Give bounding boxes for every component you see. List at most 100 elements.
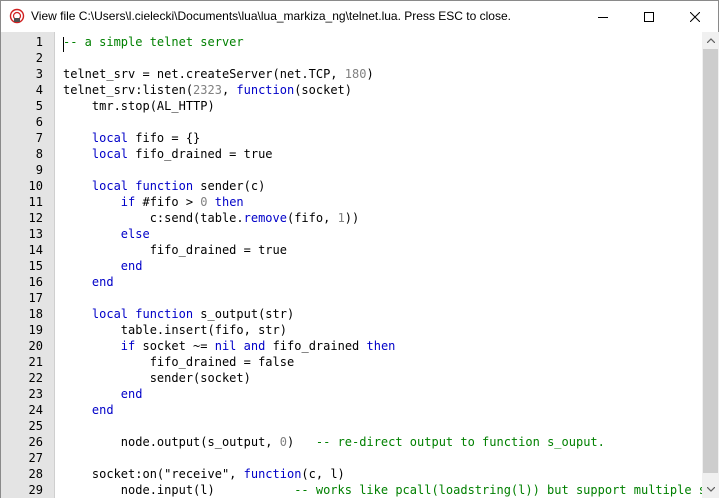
code-line[interactable]: c:send(table.remove(fifo, 1)) [63, 210, 360, 226]
title-bar[interactable]: View file C:\Users\l.cielecki\Documents\… [1, 1, 718, 32]
code-token: else [120, 227, 150, 241]
close-button[interactable] [672, 1, 718, 32]
code-token: )) [344, 211, 360, 225]
line-number: 7 [35, 131, 43, 145]
code-line[interactable]: table.insert(fifo, str) [63, 322, 287, 338]
code-token: if [120, 195, 136, 209]
code-line[interactable]: else [63, 226, 150, 242]
minimize-button[interactable] [580, 1, 626, 32]
code-token: nil [214, 339, 237, 353]
code-line[interactable]: fifo_drained = false [63, 354, 295, 370]
maximize-button[interactable] [626, 1, 672, 32]
code-token: 0 [200, 195, 208, 209]
code-line[interactable]: end [63, 402, 114, 418]
code-editor[interactable]: 1 2 3 4 5 6 7 8 9 10 11 12 13 14 15 16 17 18 19 20 21 22 23 24 2… [1, 32, 702, 498]
code-token: fifo_drained = true [63, 243, 287, 257]
file-viewer-window: View file C:\Users\l.cielecki\Documents\… [0, 0, 719, 498]
code-token: (fifo, [286, 211, 338, 225]
code-token: end [120, 259, 143, 273]
line-number: 27 [28, 451, 43, 465]
code-line[interactable]: end [63, 274, 114, 290]
code-token: node.input(l) [63, 483, 295, 497]
line-number: 19 [28, 323, 43, 337]
code-token: 1 [337, 211, 345, 225]
vertical-scrollbar[interactable] [702, 32, 719, 498]
code-line[interactable]: end [63, 386, 143, 402]
line-number: 24 [28, 403, 43, 417]
code-line[interactable]: local fifo_drained = true [63, 146, 273, 162]
text-cursor [63, 37, 64, 52]
code-token: socket ~= [135, 339, 215, 353]
code-line[interactable]: if #fifo > 0 then [63, 194, 244, 210]
line-number: 29 [28, 483, 43, 497]
code-token: and [243, 339, 266, 353]
code-token: local [91, 147, 129, 161]
code-line[interactable]: if socket ~= nil and fifo_drained then [63, 338, 396, 354]
line-number: 20 [28, 339, 43, 353]
code-line[interactable]: telnet_srv = net.createServer(net.TCP, 1… [63, 66, 374, 82]
telnet-app-icon [9, 8, 25, 24]
scroll-up-button[interactable] [702, 32, 719, 49]
code-token: end [120, 387, 143, 401]
code-token: function [236, 83, 295, 97]
line-number: 8 [35, 147, 43, 161]
line-number: 14 [28, 243, 43, 257]
code-token: #fifo > [135, 195, 201, 209]
code-line[interactable]: sender(socket) [63, 370, 251, 386]
code-token: (c, l) [301, 467, 345, 481]
code-line[interactable]: fifo_drained = true [63, 242, 287, 258]
line-number: 13 [28, 227, 43, 241]
code-line[interactable]: node.input(l) -- works like pcall(loadst… [63, 482, 702, 498]
code-token: local function [91, 307, 194, 321]
code-token: ) [366, 67, 374, 81]
line-number: 11 [28, 195, 43, 209]
chevron-down-icon [706, 487, 715, 492]
code-token: sender(c) [193, 179, 266, 193]
line-number: 5 [35, 99, 43, 113]
line-number: 16 [28, 275, 43, 289]
line-number: 9 [35, 163, 43, 177]
scroll-thumb[interactable] [703, 49, 718, 473]
code-line[interactable]: local function sender(c) [63, 178, 265, 194]
code-token: socket:on("receive", [63, 467, 244, 481]
code-token: c:send(table. [63, 211, 244, 225]
chevron-up-icon [706, 38, 715, 43]
code-token: telnet_srv = net.createServer(net.TCP, [63, 67, 345, 81]
code-line[interactable]: tmr.stop(AL_HTTP) [63, 98, 215, 114]
code-token: -- re-direct output to function s_ouput. [315, 435, 605, 449]
code-line[interactable]: local fifo = {} [63, 130, 200, 146]
code-line[interactable]: -- a simple telnet server [63, 34, 244, 50]
code-token: then [214, 195, 244, 209]
code-line[interactable]: local function s_output(str) [63, 306, 294, 322]
line-number-gutter: 1 2 3 4 5 6 7 8 9 10 11 12 13 14 15 16 17 18 19 20 21 22 23 24 2… [1, 32, 55, 498]
code-token: , [221, 83, 237, 97]
code-line[interactable]: node.output(s_output, 0) -- re-direct ou… [63, 434, 605, 450]
line-number: 1 [35, 35, 43, 49]
code-token: (socket) [294, 83, 352, 97]
code-token: 180 [344, 67, 367, 81]
code-line[interactable]: end [63, 258, 143, 274]
line-number: 28 [28, 467, 43, 481]
code-line[interactable]: telnet_srv:listen(2323, function(socket) [63, 82, 352, 98]
line-number: 23 [28, 387, 43, 401]
line-number: 17 [28, 291, 43, 305]
line-number: 2 [35, 51, 43, 65]
code-token: node.output(s_output, [63, 435, 280, 449]
scroll-down-button[interactable] [702, 481, 719, 498]
code-token: then [366, 339, 396, 353]
code-line[interactable]: socket:on("receive", function(c, l) [63, 466, 345, 482]
code-token: if [120, 339, 136, 353]
code-token: end [91, 403, 114, 417]
code-token: telnet_srv:listen( [63, 83, 194, 97]
code-token: -- works like pcall(loadstring(l)) but s… [294, 483, 702, 497]
code-token: fifo = {} [128, 131, 201, 145]
